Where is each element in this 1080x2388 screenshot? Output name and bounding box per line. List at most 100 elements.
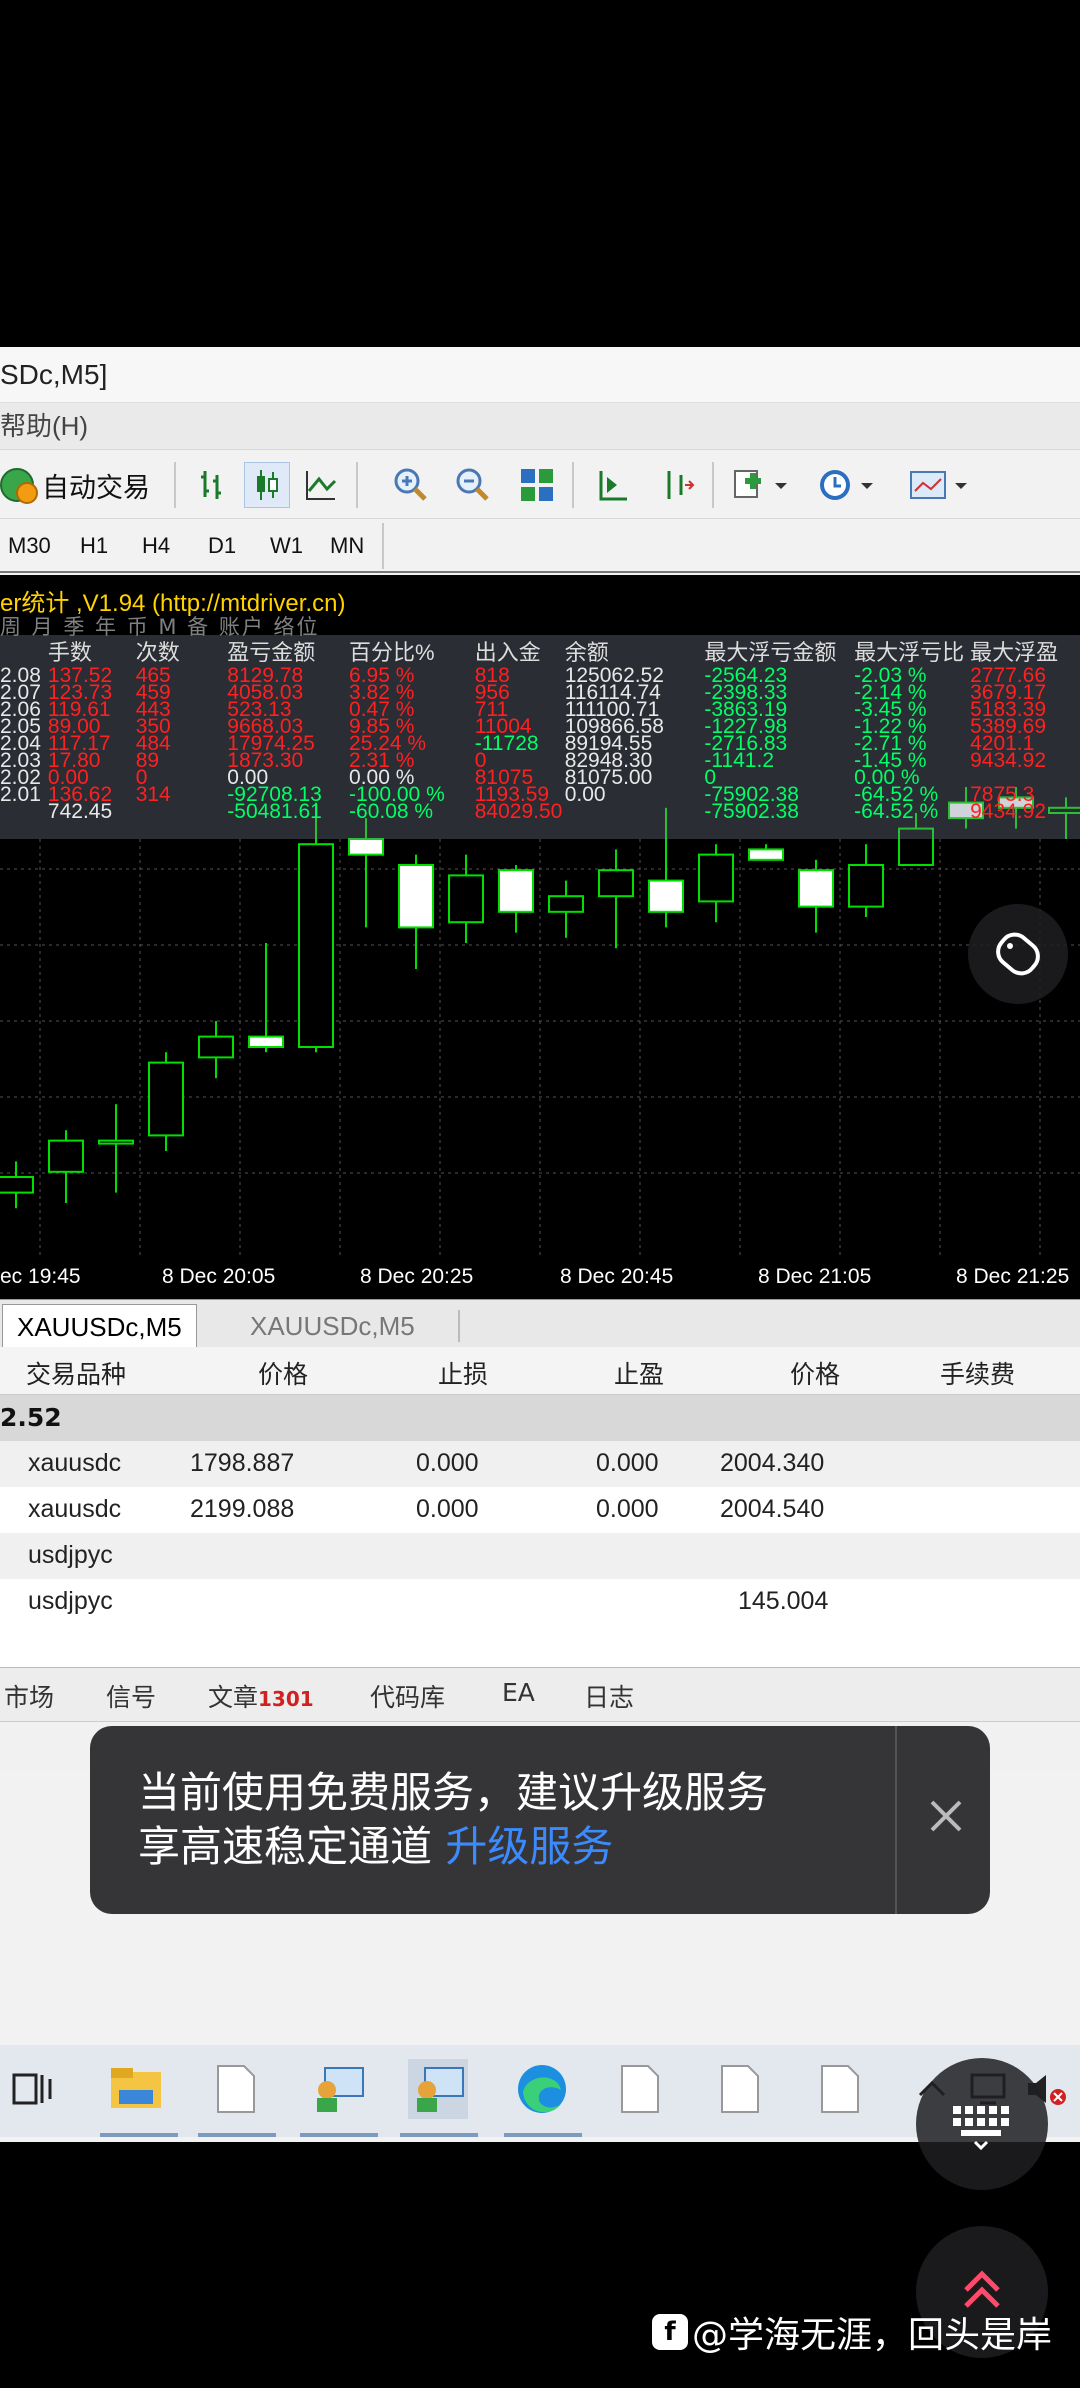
timeframe-w1[interactable]: W1 bbox=[270, 519, 303, 573]
floating-action-button[interactable] bbox=[968, 904, 1068, 1004]
tile-windows-icon bbox=[521, 469, 553, 501]
autoscroll-button[interactable] bbox=[654, 462, 700, 508]
ea-stats-cell: 0.00 bbox=[227, 769, 269, 786]
ea-stats-cell: 84029.50 bbox=[474, 803, 563, 820]
toolbar-separator bbox=[356, 462, 358, 508]
article-count-badge: 1301 bbox=[258, 1687, 314, 1711]
candle-body bbox=[448, 874, 484, 924]
ea-stats-cell: -1.22 % bbox=[854, 718, 927, 735]
watermark: f @学海无涯，回头是岸 bbox=[652, 2306, 1052, 2358]
ea-stats-cell: -75902.38 bbox=[704, 803, 799, 820]
col-symbol: 交易品种 bbox=[26, 1360, 127, 1389]
ea-stats-cell bbox=[970, 769, 1080, 786]
document-icon[interactable] bbox=[206, 2059, 266, 2119]
templates-dropdown[interactable] bbox=[902, 462, 976, 508]
ea-stats-cell: -2564.23 bbox=[704, 667, 788, 684]
remote-desktop-active-icon[interactable] bbox=[408, 2059, 468, 2119]
toolbar-separator bbox=[382, 523, 384, 569]
ea-stats-cell: 2.07 bbox=[0, 684, 41, 701]
ea-stats-cell: 2.01 bbox=[0, 786, 41, 803]
document-icon[interactable] bbox=[810, 2059, 870, 2119]
table-row[interactable]: xauusdc 1798.887 0.000 0.000 2004.340 bbox=[0, 1441, 1080, 1487]
indicators-dropdown[interactable] bbox=[726, 462, 796, 508]
toast-message: 当前使用免费服务，建议升级服务 享高速稳定通道 升级服务 bbox=[138, 1766, 768, 1874]
candle bbox=[248, 943, 284, 1053]
timeframe-mn[interactable]: MN bbox=[330, 519, 364, 573]
ea-stats-cell: 1193.59 bbox=[474, 786, 550, 803]
bar-chart-button[interactable] bbox=[190, 462, 236, 508]
ea-stats-cell: 5183.39 bbox=[970, 701, 1047, 718]
candle bbox=[698, 844, 734, 923]
candle-body bbox=[698, 853, 734, 903]
auto-trade-button[interactable]: 自动交易 bbox=[0, 460, 168, 510]
timeframe-h1[interactable]: H1 bbox=[80, 519, 108, 573]
toast-line-2: 享高速稳定通道 升级服务 bbox=[138, 1820, 768, 1874]
cell-price: 2199.088 bbox=[190, 1495, 295, 1523]
table-row[interactable]: xauusdc 2199.088 0.000 0.000 2004.540 bbox=[0, 1487, 1080, 1533]
zoom-out-button[interactable] bbox=[450, 462, 496, 508]
chart-tabs: XAUUSDc,M5 XAUUSDc,M5 bbox=[0, 1299, 1080, 1348]
table-row[interactable]: usdjpyc bbox=[0, 1533, 1080, 1579]
candle-body bbox=[848, 864, 884, 908]
ea-header-cell: 出入金 bbox=[474, 640, 541, 665]
ea-stats-cell: -1.45 % bbox=[854, 752, 927, 769]
toast-close-button[interactable] bbox=[916, 1786, 976, 1846]
document-icon[interactable] bbox=[610, 2059, 670, 2119]
zoom-in-button[interactable] bbox=[388, 462, 434, 508]
ea-stats-cell: 9.85 % bbox=[349, 718, 415, 735]
table-row[interactable]: usdjpyc 145.004 bbox=[0, 1579, 1080, 1625]
document-icon[interactable] bbox=[710, 2059, 770, 2119]
periods-dropdown[interactable] bbox=[812, 462, 882, 508]
candle-body bbox=[798, 869, 834, 908]
upgrade-link[interactable]: 升级服务 bbox=[445, 1822, 613, 1871]
menu-help[interactable]: 帮助(H) bbox=[0, 403, 1080, 449]
keyboard-button[interactable] bbox=[916, 2058, 1048, 2190]
tab-market[interactable]: 市场 bbox=[4, 1678, 54, 1714]
timeframe-d1[interactable]: D1 bbox=[208, 519, 236, 573]
tab-articles[interactable]: 文章1301 bbox=[208, 1678, 314, 1714]
ea-stats-cell: 117.17 bbox=[47, 735, 111, 752]
tab-signals[interactable]: 信号 bbox=[106, 1678, 156, 1714]
file-explorer-icon[interactable] bbox=[106, 2059, 166, 2119]
ea-stats-cell: 17.80 bbox=[47, 752, 101, 769]
cell-tp: 0.000 bbox=[596, 1449, 659, 1477]
tab-ea[interactable]: EA bbox=[502, 1678, 535, 1707]
ea-stats-cell: 81075 bbox=[474, 769, 534, 786]
candle-body bbox=[148, 1061, 184, 1137]
chart-tab-active[interactable]: XAUUSDc,M5 bbox=[2, 1304, 197, 1348]
ea-stats-cell: 89.00 bbox=[47, 718, 101, 735]
edge-browser-icon[interactable] bbox=[512, 2059, 572, 2119]
ea-stats-cell: 89 bbox=[135, 752, 160, 769]
candle-body bbox=[548, 895, 584, 913]
candle bbox=[598, 849, 634, 949]
line-chart-icon bbox=[306, 471, 337, 500]
price-chart[interactable]: er统计 ,V1.94 (http://mtdriver.cn) 周 月 季 年… bbox=[0, 575, 1080, 1259]
line-chart-button[interactable] bbox=[298, 462, 344, 508]
ea-stats-cell: 314 bbox=[135, 786, 171, 803]
ea-stats-cell: 0.00 bbox=[564, 786, 606, 803]
timeframe-h4[interactable]: H4 bbox=[142, 519, 170, 573]
task-view-icon[interactable] bbox=[2, 2059, 62, 2119]
col-commission: 手续费 bbox=[940, 1360, 1016, 1389]
chart-shift-button[interactable] bbox=[590, 462, 636, 508]
candle-body bbox=[498, 869, 534, 913]
tab-code-base[interactable]: 代码库 bbox=[370, 1678, 445, 1714]
ea-stats-cell: -2.14 % bbox=[854, 684, 927, 701]
ea-stats-panel: 手数 次数 盈亏金额 百分比% 出入金 余额 最大浮亏金额 最大浮亏比 最大浮盈 2.08 137.… bbox=[0, 635, 1080, 839]
tile-windows-button[interactable] bbox=[514, 462, 560, 508]
ea-stats-cell: 0 bbox=[135, 769, 148, 786]
chart-tab[interactable]: XAUUSDc,M5 bbox=[236, 1304, 429, 1348]
taskbar-underline bbox=[504, 2133, 582, 2137]
timeframe-m30[interactable]: M30 bbox=[8, 519, 51, 573]
taskbar-underline bbox=[400, 2133, 478, 2137]
remote-desktop-icon[interactable] bbox=[308, 2059, 368, 2119]
candle-body bbox=[48, 1139, 84, 1173]
bar-chart-icon bbox=[201, 471, 221, 499]
candle bbox=[298, 802, 334, 1053]
ea-stats-cell: -1141.2 bbox=[704, 752, 774, 769]
candle bbox=[748, 844, 784, 861]
cell-sl: 0.000 bbox=[416, 1495, 479, 1523]
candlestick-button[interactable] bbox=[244, 462, 290, 508]
tab-journal[interactable]: 日志 bbox=[584, 1678, 634, 1714]
toast-separator bbox=[895, 1726, 897, 1914]
